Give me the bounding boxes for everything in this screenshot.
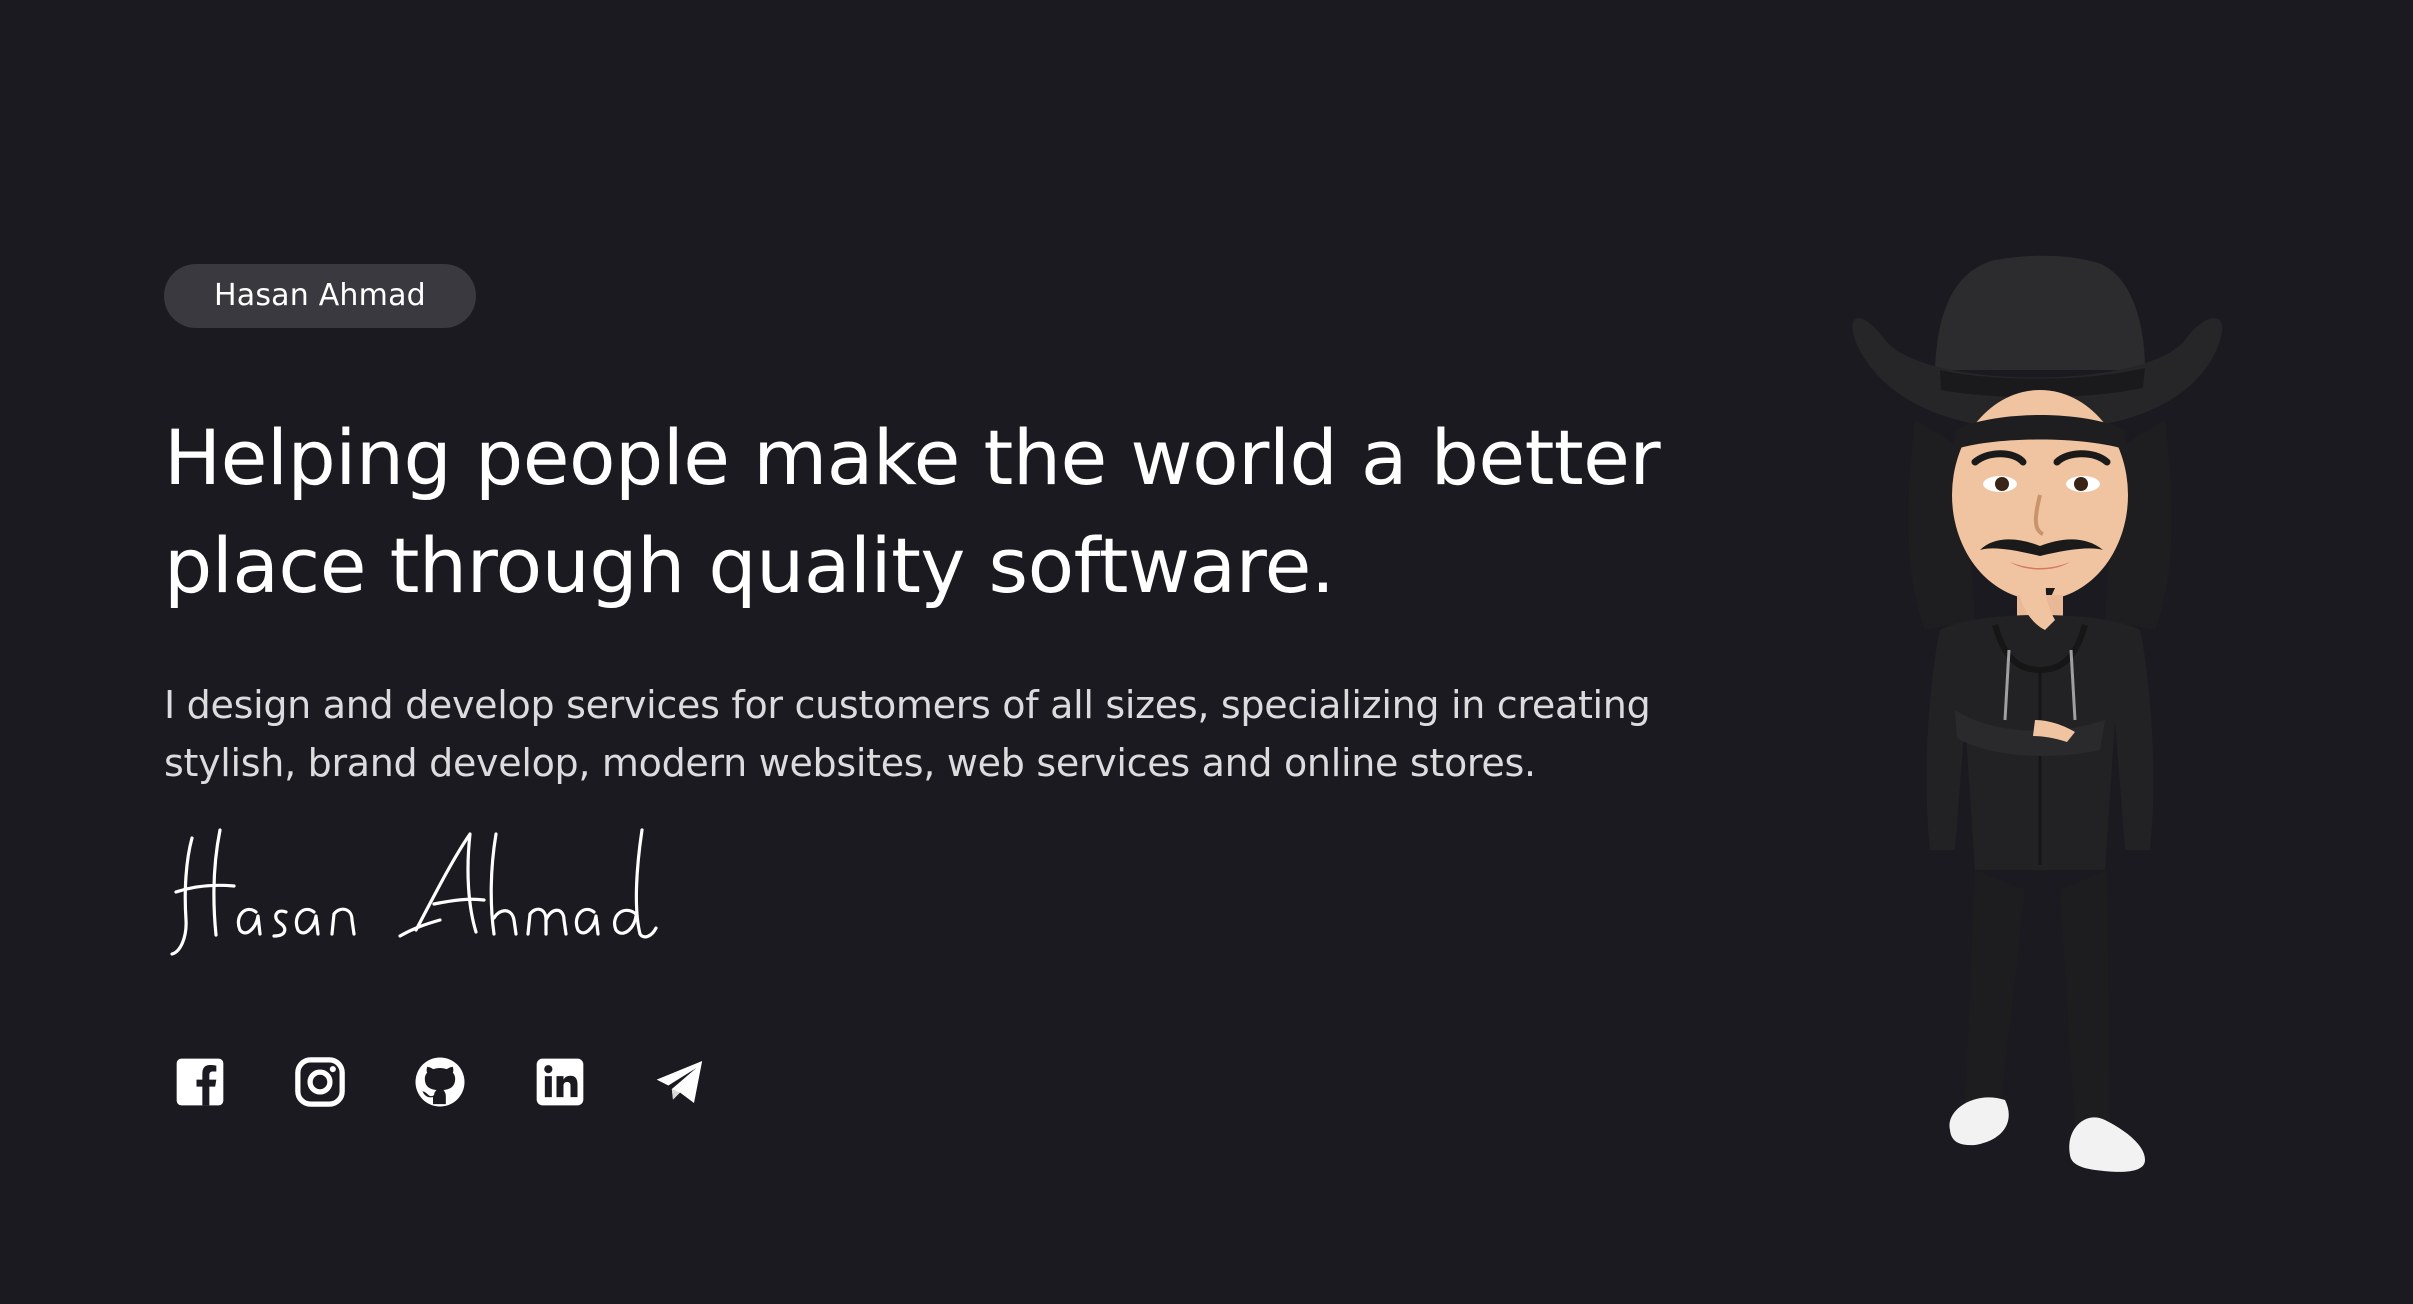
telegram-icon [656, 1061, 703, 1103]
instagram-link[interactable] [288, 1050, 352, 1114]
facebook-link[interactable] [168, 1050, 232, 1114]
subtitle-line-1: I design and develop services for custom… [164, 683, 1651, 727]
subtitle: I design and develop services for custom… [164, 676, 1664, 792]
hero-text-block: Hasan Ahmad Helping people make the worl… [164, 264, 1664, 792]
github-link[interactable] [408, 1050, 472, 1114]
telegram-link[interactable] [648, 1050, 712, 1114]
github-icon [415, 1057, 465, 1107]
linkedin-link[interactable] [528, 1050, 592, 1114]
avatar-illustration [1852, 255, 2223, 1172]
headline: Helping people make the world a better p… [164, 404, 1664, 620]
hero-section: Hasan Ahmad Helping people make the worl… [0, 0, 2413, 1304]
headline-line-2: place through quality software. [164, 521, 1335, 610]
headline-line-1: Helping people make the world a better [164, 413, 1661, 502]
name-badge: Hasan Ahmad [164, 264, 476, 328]
facebook-icon [176, 1058, 224, 1106]
signature-image [170, 828, 658, 956]
social-links [168, 1050, 712, 1114]
subtitle-line-2: stylish, brand develop, modern websites,… [164, 741, 1536, 785]
linkedin-icon [536, 1058, 584, 1106]
instagram-icon [295, 1057, 345, 1107]
